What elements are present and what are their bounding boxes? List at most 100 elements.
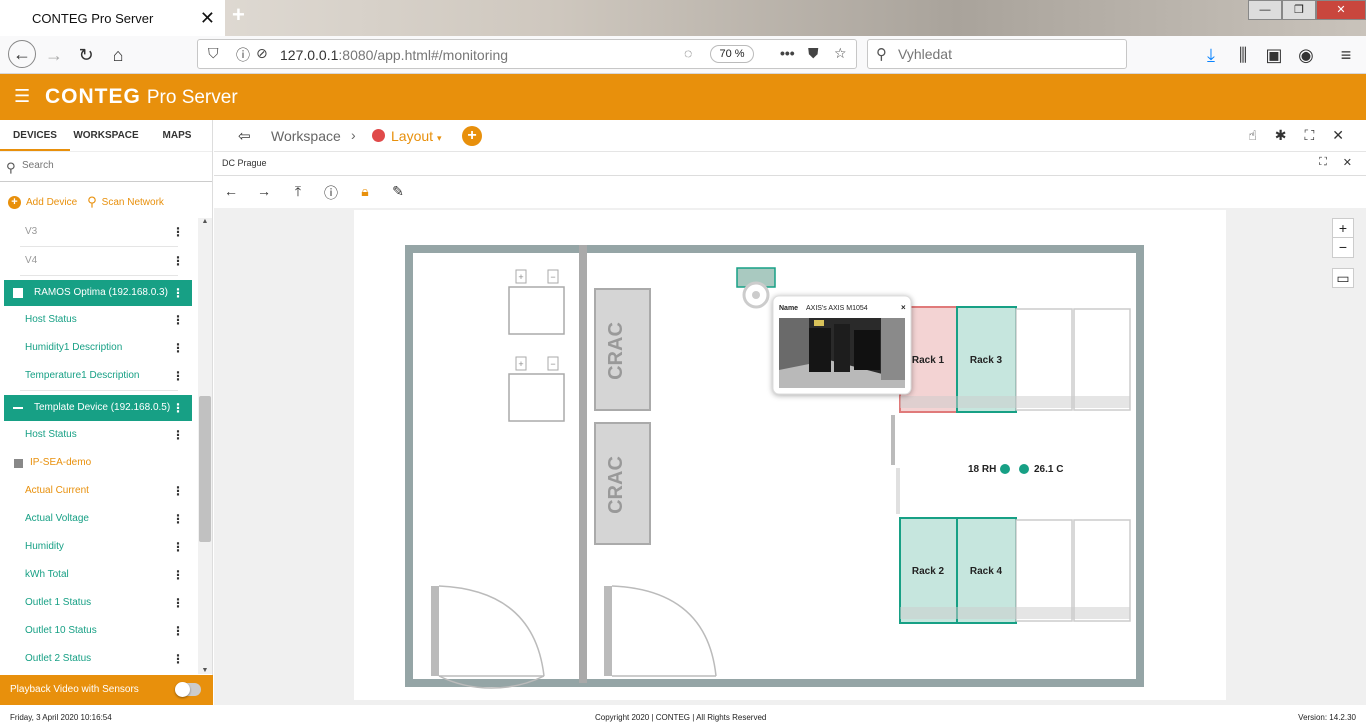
tree-item-host-status[interactable]: Host Status ⋮ — [0, 421, 198, 449]
browser-search-input[interactable] — [898, 46, 1118, 62]
camera-video-feed[interactable] — [779, 318, 905, 388]
more-vert-icon[interactable]: ⋮ — [172, 505, 184, 533]
pocket-icon[interactable]: ⛊ — [808, 45, 819, 62]
tab-maps[interactable]: MAPS — [142, 120, 212, 151]
tree-item-v4[interactable]: V4 ⋮ — [0, 247, 198, 275]
forward-icon[interactable]: → — [42, 43, 66, 67]
add-layout-button[interactable]: + — [462, 126, 482, 146]
add-device-button[interactable]: + Add Device — [8, 194, 77, 210]
sidebar-search-input[interactable] — [22, 160, 202, 171]
touch-icon[interactable]: ☝ — [1248, 127, 1257, 144]
crac-unit[interactable]: CRAC — [594, 422, 651, 545]
temperature-sensor[interactable]: 26.1 C — [1019, 464, 1063, 475]
info-icon[interactable]: ⓘ — [236, 45, 250, 65]
scan-network-button[interactable]: ⚲ Scan Network — [87, 194, 164, 210]
more-vert-icon[interactable]: ⋮ — [172, 533, 184, 561]
arrow-right-icon[interactable]: → — [255, 183, 273, 199]
tree-group-template[interactable]: Template Device (192.168.0.5) ⋮ — [4, 395, 192, 421]
library-icon[interactable]: ⫼ — [1231, 43, 1255, 67]
new-tab-icon[interactable]: + — [232, 2, 245, 28]
fit-view-icon[interactable]: ▭ — [1332, 268, 1354, 288]
breadcrumb-layout[interactable]: Layout ▾ — [391, 128, 441, 144]
tree-item-actual-current[interactable]: Actual Current ⋮ — [0, 477, 198, 505]
arrow-top-icon[interactable]: ⤒ — [289, 183, 307, 200]
tree-item-outlet-1[interactable]: Outlet 1 Status ⋮ — [0, 589, 198, 617]
more-vert-icon[interactable]: ⋮ — [172, 218, 184, 246]
zoom-level[interactable]: 70 % — [710, 45, 754, 63]
more-vert-icon[interactable]: ⋮ — [172, 306, 184, 334]
zoom-out-button[interactable]: − — [1332, 238, 1354, 258]
lock-icon[interactable]: 🔒︎ — [356, 183, 374, 200]
more-vert-icon[interactable]: ⋮ — [172, 395, 184, 421]
close-icon[interactable]: ✕ — [1343, 156, 1352, 169]
window-close-icon[interactable]: ✕ — [1316, 0, 1366, 20]
back-icon[interactable]: ← — [8, 40, 36, 68]
maximize-icon[interactable]: ❐ — [1282, 0, 1316, 20]
scroll-down-icon[interactable]: ▼ — [198, 667, 212, 674]
camera-popup[interactable]: Name AXIS's AXIS M1054 × — [772, 295, 912, 395]
reload-icon[interactable]: ↻ — [74, 43, 98, 67]
tree-item-outlet-10[interactable]: Outlet 10 Status ⋮ — [0, 617, 198, 645]
tab-workspace[interactable]: WORKSPACE — [70, 120, 142, 151]
hamburger-menu-icon[interactable]: ☰ — [14, 86, 30, 107]
fullscreen-icon[interactable]: ⛶ — [1304, 127, 1314, 144]
tree-item-humidity[interactable]: Humidity ⋮ — [0, 533, 198, 561]
more-vert-icon[interactable]: ⋮ — [172, 477, 184, 505]
tree-item-actual-voltage[interactable]: Actual Voltage ⋮ — [0, 505, 198, 533]
more-vert-icon[interactable]: ⋮ — [172, 362, 184, 390]
crac-unit[interactable]: CRAC — [594, 288, 651, 411]
alert-icon[interactable]: ⓘ — [322, 183, 340, 203]
add-device-label: Add Device — [26, 196, 78, 208]
tree-item-host-status[interactable]: Host Status ⋮ — [0, 306, 198, 334]
more-vert-icon[interactable]: ⋮ — [172, 247, 184, 275]
humidity-sensor[interactable]: 18 RH — [968, 464, 1010, 475]
url-text[interactable]: 127.0.0.1:8080/app.html#/monitoring — [280, 47, 508, 63]
close-icon[interactable]: × — [901, 303, 906, 312]
shield-icon[interactable]: ⛉ — [208, 45, 219, 62]
tree-subgroup-ipsea[interactable]: IP-SEA-demo — [0, 449, 198, 477]
close-icon[interactable]: ✕ — [1332, 127, 1344, 144]
sidebar-scrollbar[interactable]: ▲ ▼ — [198, 218, 212, 674]
expand-icon[interactable]: ⛶ — [1319, 156, 1327, 169]
more-vert-icon[interactable]: ⋮ — [172, 617, 184, 645]
url-bar[interactable]: ⛉ ⓘ ⊘ 127.0.0.1:8080/app.html#/monitorin… — [197, 39, 857, 69]
tree-item-kwh-total[interactable]: kWh Total ⋮ — [0, 561, 198, 589]
tree-item-temperature1[interactable]: Temperature1 Description ⋮ — [0, 362, 198, 390]
account-icon[interactable]: ◉ — [1294, 43, 1318, 67]
debug-icon[interactable]: ✱ — [1275, 127, 1287, 144]
more-vert-icon[interactable]: ⋮ — [172, 561, 184, 589]
scroll-up-icon[interactable]: ▲ — [198, 218, 212, 225]
tree-item-humidity1[interactable]: Humidity1 Description ⋮ — [0, 334, 198, 362]
camera-icon[interactable] — [736, 267, 776, 309]
connection-icon[interactable]: ⊘ — [256, 45, 268, 62]
sidebar-toggle-icon[interactable]: ▣ — [1262, 43, 1286, 67]
tree-group-ramos[interactable]: RAMOS Optima (192.168.0.3) ⋮ — [4, 280, 192, 306]
tab-devices[interactable]: DEVICES — [0, 120, 70, 151]
exit-icon[interactable]: ⇦ — [238, 127, 251, 145]
arrow-left-icon[interactable]: ← — [222, 183, 240, 199]
minimize-icon[interactable]: — — [1248, 0, 1282, 20]
browser-tab[interactable]: CONTEG Pro Server ✕ — [0, 0, 225, 36]
menu-icon[interactable]: ≡ — [1334, 43, 1358, 67]
lightbulb-icon[interactable]: ◌ — [684, 45, 692, 61]
collapse-icon[interactable] — [13, 407, 23, 409]
more-vert-icon[interactable]: ⋮ — [172, 421, 184, 449]
edit-icon[interactable]: ✎ — [389, 183, 407, 200]
breadcrumb-workspace[interactable]: Workspace — [271, 128, 341, 144]
more-icon[interactable]: ••• — [780, 45, 795, 61]
scrollbar-thumb[interactable] — [199, 396, 211, 542]
collapse-icon[interactable] — [14, 459, 23, 468]
more-vert-icon[interactable]: ⋮ — [172, 334, 184, 362]
playback-toggle[interactable] — [175, 682, 201, 697]
home-icon[interactable]: ⌂ — [106, 43, 130, 67]
download-icon[interactable]: ⤓ — [1199, 43, 1223, 67]
more-vert-icon[interactable]: ⋮ — [172, 589, 184, 617]
browser-search-bar[interactable]: ⚲ — [867, 39, 1127, 69]
close-tab-icon[interactable]: ✕ — [200, 8, 215, 29]
more-vert-icon[interactable]: ⋮ — [172, 280, 184, 306]
tree-item-v3[interactable]: V3 ⋮ — [0, 218, 198, 246]
tree-item-outlet-2[interactable]: Outlet 2 Status ⋮ — [0, 645, 198, 673]
more-vert-icon[interactable]: ⋮ — [172, 645, 184, 673]
zoom-in-button[interactable]: + — [1332, 218, 1354, 238]
bookmark-star-icon[interactable]: ☆ — [834, 45, 847, 62]
